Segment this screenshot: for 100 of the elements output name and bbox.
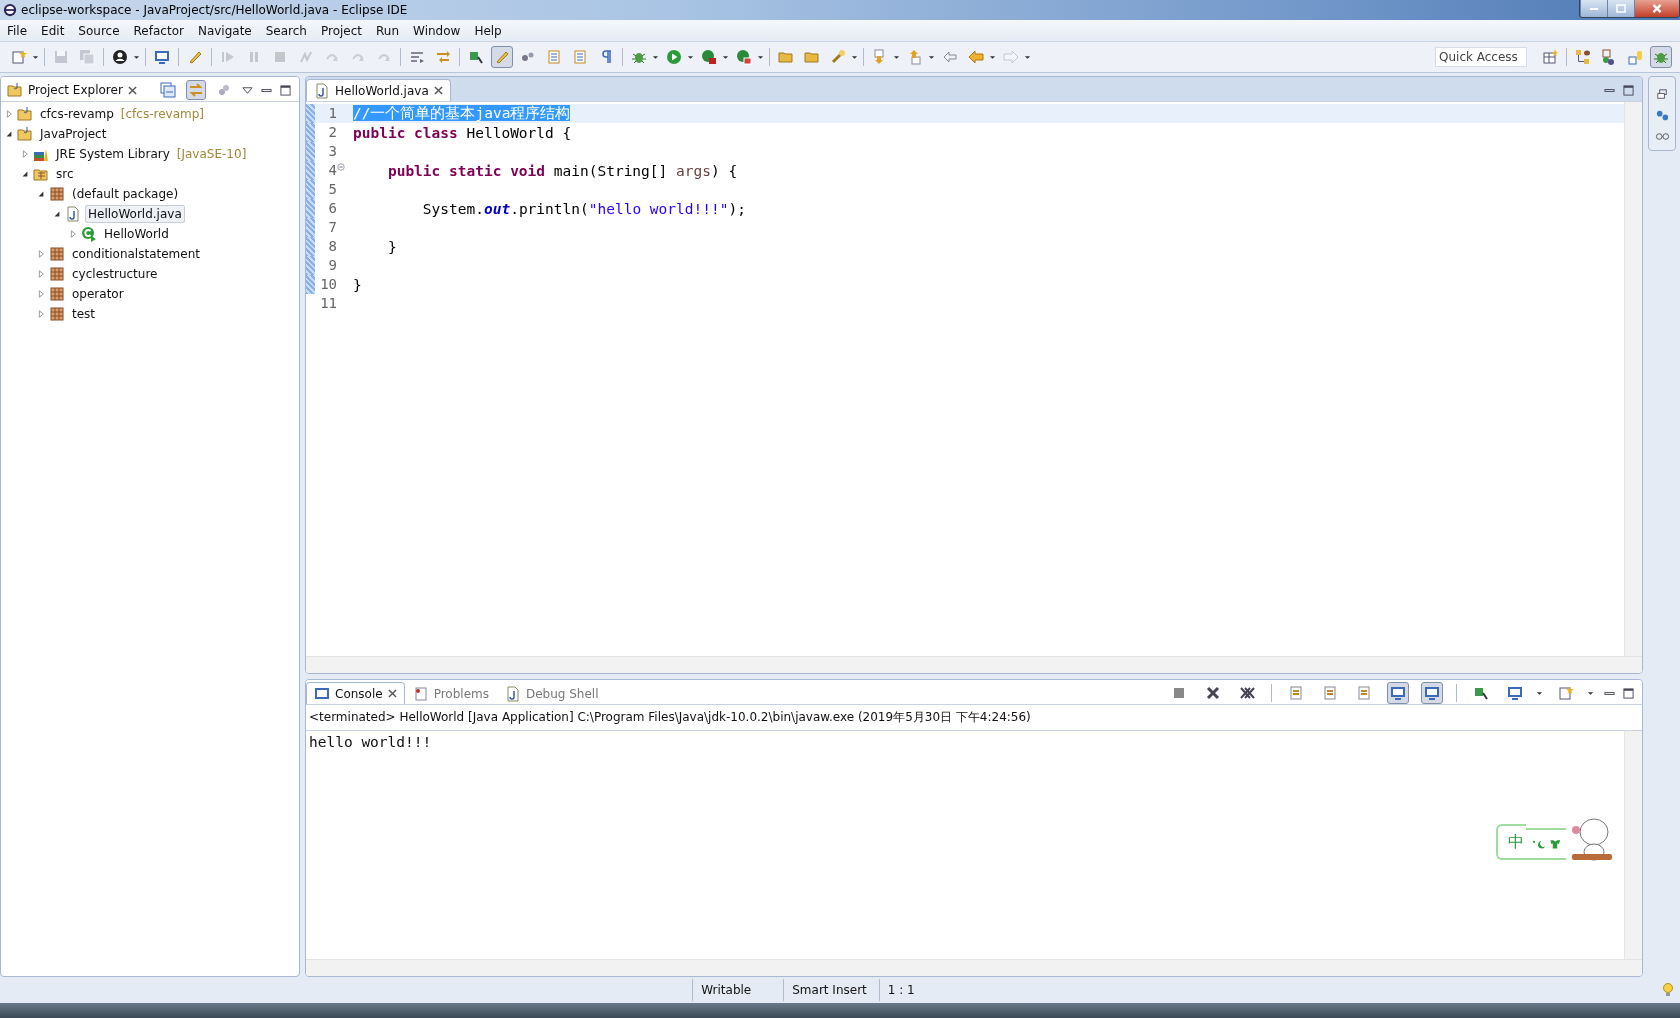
maximize-icon xyxy=(1616,4,1626,13)
vertical-scrollbar[interactable] xyxy=(1624,102,1642,656)
explorer-icon xyxy=(7,82,23,98)
tree-item[interactable]: (default package) xyxy=(69,185,182,203)
tab[interactable]: HelloWorld.java xyxy=(306,79,451,101)
java-file-icon xyxy=(65,206,81,222)
quick-access-field[interactable]: Quick Access xyxy=(1435,47,1527,67)
circles-icon[interactable] xyxy=(1654,108,1670,123)
package-icon xyxy=(49,286,65,302)
source-folder-icon xyxy=(33,166,49,182)
menu-item[interactable]: Project xyxy=(313,23,370,38)
expand-arrow-icon[interactable] xyxy=(69,230,77,238)
maximize-icon[interactable] xyxy=(1623,84,1634,96)
link-arrows-icon[interactable] xyxy=(186,80,206,100)
bug-icon[interactable] xyxy=(1650,46,1672,68)
tab-label: Debug Shell xyxy=(525,686,599,701)
tree-item[interactable]: operator xyxy=(69,285,127,303)
menu-item[interactable]: Search xyxy=(258,23,314,38)
package-icon xyxy=(49,306,65,322)
close-button[interactable] xyxy=(1634,0,1679,17)
tree-item[interactable]: conditionalstatement xyxy=(69,245,203,263)
eclipse-icon xyxy=(3,3,17,17)
line-number: 2 xyxy=(327,123,337,142)
maximize-icon[interactable] xyxy=(280,84,291,96)
line-number: 6 xyxy=(327,199,337,218)
menu-item[interactable]: Window xyxy=(406,23,468,38)
fold-icon[interactable] xyxy=(337,163,345,171)
console-output: hello world!!! xyxy=(309,734,433,750)
minimize-icon xyxy=(1590,7,1598,10)
close-icon[interactable] xyxy=(433,86,443,95)
expand-arrow-icon[interactable] xyxy=(37,310,45,318)
line-number: 5 xyxy=(327,180,337,199)
close-icon xyxy=(1652,4,1662,13)
tree-item[interactable]: JRE System Library xyxy=(53,145,173,163)
tab[interactable]: Debug Shell xyxy=(496,682,607,704)
expand-arrow-icon[interactable] xyxy=(37,270,45,278)
status-field: Smart Insert xyxy=(783,979,879,1001)
line-number: 10 xyxy=(319,275,337,294)
tree-item[interactable]: src xyxy=(53,165,77,183)
window-title: eclipse-workspace - JavaProject/src/HelloWorld.java - Eclipse IDE xyxy=(21,3,409,17)
view-menu-icon[interactable] xyxy=(242,84,253,96)
horizontal-scrollbar[interactable] xyxy=(306,959,1642,976)
expand-arrow-icon[interactable] xyxy=(5,110,13,118)
line-number: 8 xyxy=(327,237,337,256)
vertical-scrollbar[interactable] xyxy=(1624,731,1642,959)
code-line: System.out.println("hello world!!!"); xyxy=(421,200,746,217)
tree-item[interactable]: cyclestructure xyxy=(69,265,161,283)
tree-item[interactable]: HelloWorld xyxy=(101,225,172,243)
menu-item[interactable]: Edit xyxy=(34,23,72,38)
collapse-all-icon[interactable] xyxy=(158,80,178,100)
line-number: 9 xyxy=(327,256,337,275)
java-file-icon xyxy=(314,82,330,99)
close-icon[interactable] xyxy=(387,689,397,698)
project-folder-icon xyxy=(17,106,33,122)
menu-item[interactable]: Refactor xyxy=(126,23,191,38)
collapse-arrow-icon[interactable] xyxy=(37,190,45,198)
console-description: <terminated> HelloWorld [Java Application] C:\Program Files\Java\jdk-10.0.2\bin\javaw.exe (2019年5月30日 下午4:24:56) xyxy=(306,705,1642,731)
maximize-icon[interactable] xyxy=(1623,687,1634,699)
maximize-button[interactable] xyxy=(1607,0,1634,17)
horizontal-scrollbar[interactable] xyxy=(306,656,1642,673)
java-file-icon xyxy=(504,685,521,702)
tree-item[interactable]: JavaProject xyxy=(37,125,110,143)
code-line: public static void main(String[] args) { xyxy=(386,162,738,179)
collapse-arrow-icon[interactable] xyxy=(5,130,13,138)
menu-item[interactable]: Navigate xyxy=(190,23,259,38)
lightbulb-icon[interactable] xyxy=(1662,982,1674,998)
menu-item[interactable]: Help xyxy=(467,23,509,38)
minimize-button[interactable] xyxy=(1580,0,1607,17)
collapse-arrow-icon[interactable] xyxy=(53,210,61,218)
console-icon xyxy=(314,685,330,702)
class-icon xyxy=(81,226,97,242)
menu-item[interactable]: File xyxy=(0,23,35,38)
restore-icon[interactable] xyxy=(1654,87,1670,102)
line-number: 11 xyxy=(319,294,337,313)
ime-mode-label[interactable]: 中 xyxy=(1496,824,1526,860)
monitor-icon[interactable] xyxy=(1387,682,1409,704)
tab[interactable]: Problems xyxy=(404,682,497,704)
expand-arrow-icon[interactable] xyxy=(21,150,29,158)
tab-label: Problems xyxy=(433,686,489,701)
expand-arrow-icon[interactable] xyxy=(37,250,45,258)
tab-label: HelloWorld.java xyxy=(335,83,429,98)
project-explorer-tab[interactable]: Project Explorer xyxy=(1,79,143,101)
line-number: 1 xyxy=(327,104,337,123)
problems-icon xyxy=(412,685,429,702)
tree-item[interactable]: HelloWorld.java xyxy=(85,205,185,223)
line-number: 4 xyxy=(327,161,337,180)
line-number: 3 xyxy=(327,142,337,161)
expand-arrow-icon[interactable] xyxy=(37,290,45,298)
menu-item[interactable]: Source xyxy=(71,23,127,38)
code-line: } xyxy=(352,276,362,293)
tab-label: Project Explorer xyxy=(28,83,123,97)
pen-icon[interactable] xyxy=(491,46,513,68)
tab[interactable]: Console xyxy=(306,682,405,704)
monitor-icon[interactable] xyxy=(1421,682,1443,704)
tree-item[interactable]: test xyxy=(69,305,99,323)
close-icon[interactable] xyxy=(127,85,137,95)
tree-item[interactable]: cfcs-revamp xyxy=(37,105,117,123)
package-icon xyxy=(49,246,65,262)
menu-item[interactable]: Run xyxy=(369,23,407,38)
collapse-arrow-icon[interactable] xyxy=(21,170,29,178)
